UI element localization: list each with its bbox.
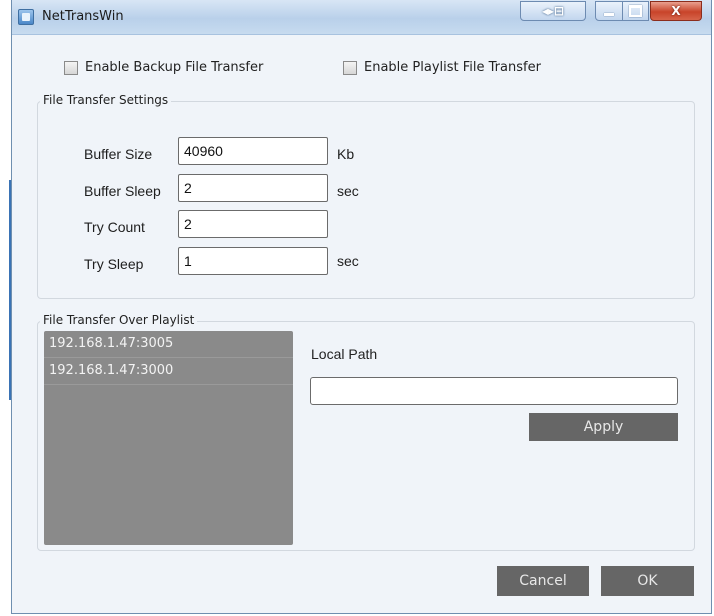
minimize-button[interactable] — [595, 1, 623, 21]
try-sleep-unit: sec — [337, 253, 359, 269]
maximize-button[interactable] — [623, 1, 649, 21]
enable-playlist-checkbox[interactable] — [343, 60, 357, 75]
close-icon: X — [671, 4, 681, 18]
buffer-size-input[interactable] — [178, 137, 328, 165]
window: NetTransWin ◂▸⊟ X Enable Backup File Tra… — [11, 0, 712, 614]
enable-playlist-option[interactable]: Enable Playlist File Transfer — [343, 60, 541, 75]
settings-legend: File Transfer Settings — [40, 93, 172, 107]
minimize-icon — [604, 12, 614, 16]
window-title: NetTransWin — [42, 9, 124, 24]
enable-backup-checkbox[interactable] — [64, 60, 78, 75]
enable-backup-option[interactable]: Enable Backup File Transfer — [64, 60, 263, 75]
enable-backup-label: Enable Backup File Transfer — [85, 60, 264, 75]
list-item[interactable]: 192.168.1.47:3005 — [44, 331, 293, 358]
buffer-size-unit: Kb — [337, 146, 355, 162]
cancel-button[interactable]: Cancel — [497, 566, 589, 596]
try-sleep-input[interactable] — [178, 247, 328, 275]
left-edge — [0, 0, 12, 616]
maximize-icon — [629, 5, 642, 17]
try-sleep-label: Try Sleep — [84, 256, 144, 272]
title-bar[interactable]: NetTransWin ◂▸⊟ X — [12, 0, 711, 35]
local-path-input[interactable] — [310, 377, 678, 405]
buffer-sleep-unit: sec — [337, 183, 359, 199]
close-button[interactable]: X — [650, 1, 702, 21]
playlist-legend: File Transfer Over Playlist — [40, 313, 198, 327]
buffer-size-label: Buffer Size — [84, 146, 153, 162]
app-icon — [18, 9, 34, 25]
ok-button[interactable]: OK — [601, 566, 694, 596]
window-switch-button[interactable]: ◂▸⊟ — [520, 1, 586, 21]
window-switch-icon: ◂▸⊟ — [541, 4, 565, 18]
buffer-sleep-label: Buffer Sleep — [84, 183, 161, 199]
host-listbox[interactable]: 192.168.1.47:3005 192.168.1.47:3000 — [44, 331, 293, 545]
enable-playlist-label: Enable Playlist File Transfer — [364, 60, 541, 75]
apply-button[interactable]: Apply — [529, 413, 678, 441]
local-path-label: Local Path — [311, 346, 378, 362]
list-item[interactable]: 192.168.1.47:3000 — [44, 358, 293, 385]
buffer-sleep-input[interactable] — [178, 174, 328, 202]
try-count-input[interactable] — [178, 210, 328, 238]
try-count-label: Try Count — [84, 219, 145, 235]
